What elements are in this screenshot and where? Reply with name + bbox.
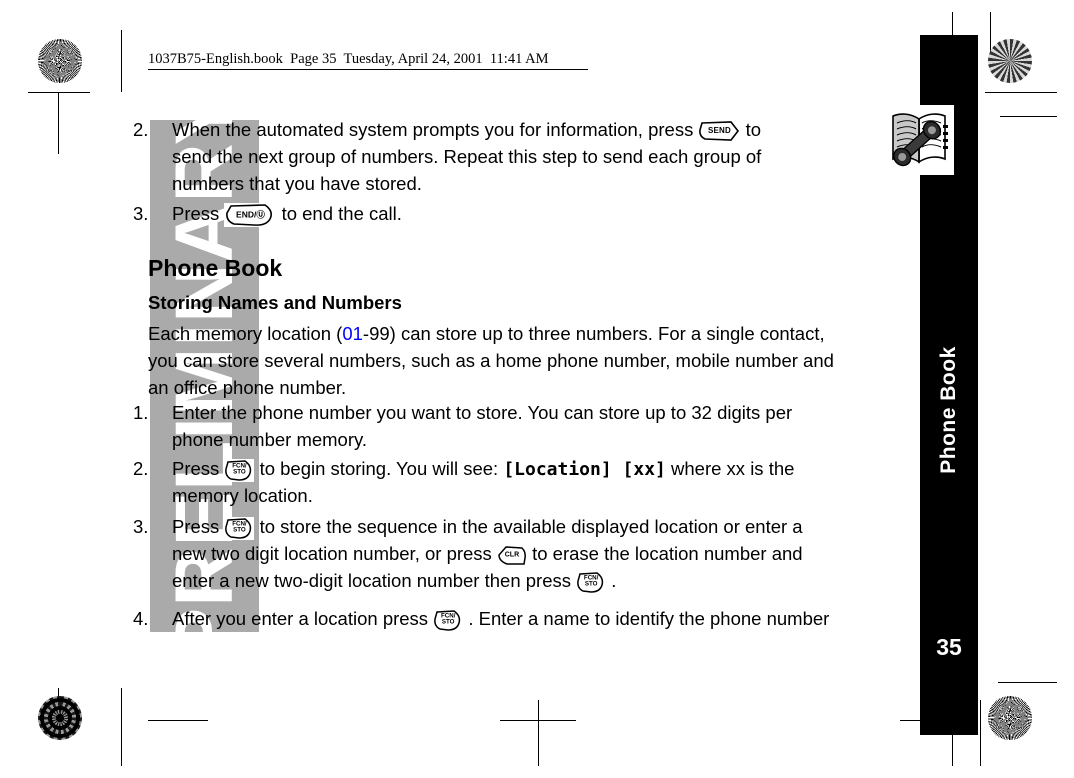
phonebook-icon: [884, 105, 954, 175]
intro-location-code: 01: [342, 323, 363, 344]
list-number: 2.: [133, 458, 149, 479]
registration-crosshair-right: [998, 99, 1032, 133]
registration-rosette-top-right: [988, 39, 1032, 83]
list-number: 3.: [133, 203, 149, 224]
store-step1-line1: Enter the phone number you want to store…: [172, 402, 793, 423]
step2-line1-text-a: When the automated system prompts you fo…: [172, 119, 694, 140]
section-subheading: Storing Names and Numbers: [148, 292, 402, 313]
step2-line1-text-b: to: [745, 119, 762, 140]
store-step2-b: to begin storing. You will see:: [259, 458, 499, 479]
registration-rosette-bottom-right: [988, 696, 1032, 740]
lcd-location-display: [Location] [xx]: [503, 459, 666, 480]
store-step3-a: Press: [172, 516, 220, 537]
section-heading: Phone Book: [148, 255, 283, 281]
step3-line1: Press END/Ⓤ to end the call.: [172, 200, 402, 228]
store-step3-line3-b: .: [611, 570, 617, 591]
list-number: 4.: [133, 608, 149, 629]
store-step1-line2: phone number memory.: [172, 429, 368, 450]
intro-line1-a: Each memory location (: [148, 323, 343, 344]
store-step2-line2: memory location.: [172, 485, 313, 506]
crop-line-top-right-h: [985, 92, 1057, 94]
crop-line-bot-right2-v: [980, 700, 982, 766]
step3-line1-text-b: to end the call.: [281, 203, 402, 224]
store-step3-line2-b: to erase the location number and: [532, 543, 803, 564]
step3-line1-text-a: Press: [172, 203, 220, 224]
page-content: 2. When the automated system prompts you…: [0, 0, 920, 778]
step2-line1: When the automated system prompts you fo…: [172, 116, 761, 143]
intro-line1: Each memory location (01-99) can store u…: [148, 320, 825, 347]
fcn-sto-key-icon: FCN/STO: [224, 516, 255, 540]
list-number: 3.: [133, 516, 149, 537]
store-step3-line3: enter a new two-digit location number th…: [172, 567, 616, 594]
clr-key-icon: CLR: [496, 544, 527, 566]
step2-line2: send the next group of numbers. Repeat t…: [172, 146, 762, 167]
store-step4-a: After you enter a location press: [172, 608, 429, 629]
step2-line3: numbers that you have stored.: [172, 173, 422, 194]
store-step3-line2: new two digit location number, or press …: [172, 540, 803, 567]
store-step3-b: to store the sequence in the available d…: [259, 516, 803, 537]
store-step4-line1: After you enter a location press FCN/STO…: [172, 605, 829, 632]
store-step4-b: . Enter a name to identify the phone num…: [468, 608, 830, 629]
intro-line2: you can store several numbers, such as a…: [148, 350, 834, 371]
fcn-sto-key-icon: FCN/STO: [576, 570, 607, 594]
fcn-sto-key-icon: FCN/STO: [433, 608, 464, 632]
send-key-icon: SEND: [698, 120, 741, 143]
fcn-sto-key-icon: FCN/STO: [224, 458, 255, 482]
list-number: 2.: [133, 119, 149, 140]
page-number: 35: [936, 634, 962, 660]
store-step3-line3-a: enter a new two-digit location number th…: [172, 570, 571, 591]
manual-page: PRELIMINARY 1037B75-English.book Page 35…: [0, 0, 1074, 778]
store-step3-line1: Press FCN/STO to store the sequence in t…: [172, 513, 803, 540]
store-step3-line2-a: new two digit location number, or press: [172, 543, 492, 564]
crop-line-bot-right-v: [952, 735, 954, 766]
registration-crosshair-bottom-right-outer: [998, 665, 1032, 699]
chapter-tab-title: Phone Book: [920, 300, 978, 520]
store-step2-line1: Press FCN/STO to begin storing. You will…: [172, 455, 794, 483]
store-step2-a: Press: [172, 458, 220, 479]
end-key-icon: END/Ⓤ: [224, 203, 277, 228]
chapter-tab-title-text: Phone Book: [937, 346, 961, 474]
list-number: 1.: [133, 402, 149, 423]
intro-line3: an office phone number.: [148, 377, 347, 398]
store-step2-c: where xx is the: [671, 458, 795, 479]
intro-line1-b: -99) can store up to three numbers. For …: [362, 323, 825, 344]
